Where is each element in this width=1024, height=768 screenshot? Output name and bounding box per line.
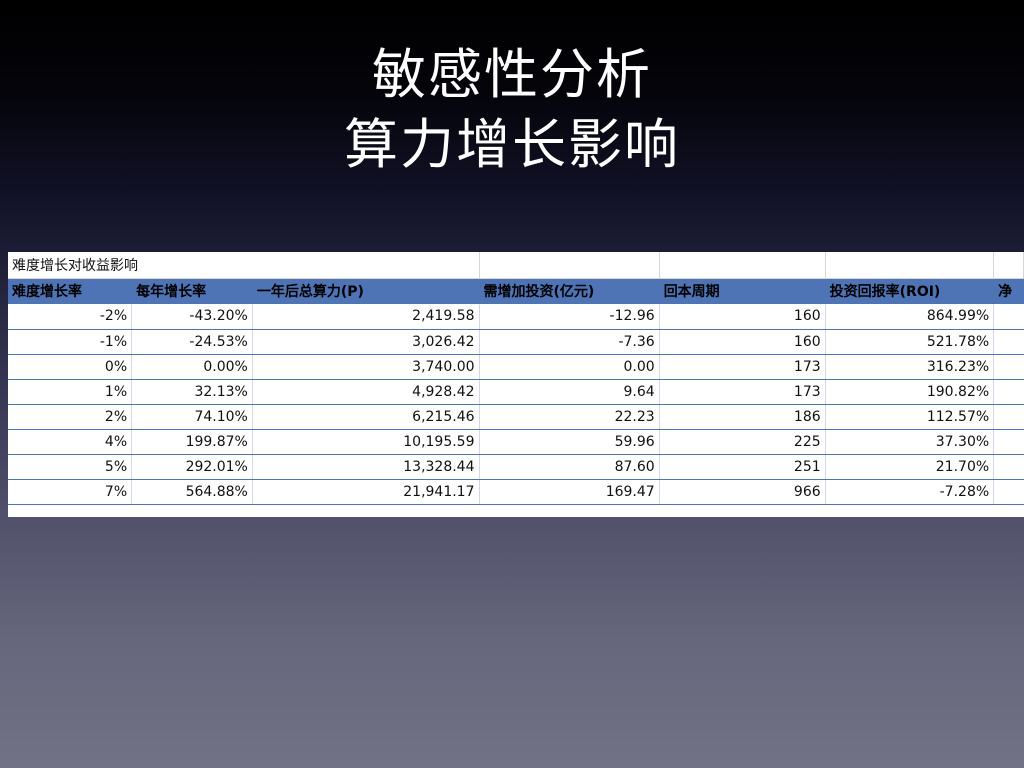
table-cell: 2,419.58 xyxy=(252,304,480,330)
table-cell: 21.70% xyxy=(825,454,995,480)
title-line-2: 算力增长影响 xyxy=(344,113,680,176)
header-cell: 需增加投资(亿元) xyxy=(479,278,660,304)
table-cell: 59.96 xyxy=(479,429,660,455)
table-cell: 173 xyxy=(659,354,826,380)
table-cell: -12.96 xyxy=(479,304,660,330)
table-row: -2% -43.20% 2,419.58 -12.96 160 864.99% xyxy=(8,304,1024,330)
empty-cell xyxy=(825,252,995,279)
slide-title: 敏感性分析 算力增长影响 xyxy=(0,40,1024,180)
spreadsheet-table: 难度增长对收益影响 难度增长率 每年增长率 一年后总算力(P) 需增加投资(亿元… xyxy=(8,252,1024,517)
table-cell: 864.99% xyxy=(825,304,995,330)
header-cell: 每年增长率 xyxy=(131,278,253,304)
table-cell: -2% xyxy=(8,304,133,330)
table-cell: 199.87% xyxy=(131,429,253,455)
table-cell: 3,740.00 xyxy=(252,354,480,380)
table-cell: 564.88% xyxy=(131,479,253,505)
table-caption: 难度增长对收益影响 xyxy=(8,252,253,279)
table-cell xyxy=(993,454,1024,480)
table-cell xyxy=(993,304,1024,330)
table-cell: 966 xyxy=(659,479,826,505)
table-cell: 3,026.42 xyxy=(252,329,480,355)
table-row: 0% 0.00% 3,740.00 0.00 173 316.23% xyxy=(8,354,1024,380)
header-cell: 一年后总算力(P) xyxy=(252,278,480,304)
table-row: -1% -24.53% 3,026.42 -7.36 160 521.78% xyxy=(8,329,1024,355)
table-row: 4% 199.87% 10,195.59 59.96 225 37.30% xyxy=(8,429,1024,455)
table-cell: -24.53% xyxy=(131,329,253,355)
header-row: 难度增长率 每年增长率 一年后总算力(P) 需增加投资(亿元) 回本周期 投资回… xyxy=(8,278,1024,304)
table-cell: 160 xyxy=(659,329,826,355)
table-cell xyxy=(993,379,1024,405)
table-row: 7% 564.88% 21,941.17 169.47 966 -7.28% xyxy=(8,479,1024,505)
table-cell: 112.57% xyxy=(825,404,995,430)
table-cell: 4,928.42 xyxy=(252,379,480,405)
table-cell: 37.30% xyxy=(825,429,995,455)
header-cell: 净 xyxy=(993,278,1024,304)
table-cell: 22.23 xyxy=(479,404,660,430)
header-cell: 回本周期 xyxy=(659,278,826,304)
table-cell: 292.01% xyxy=(131,454,253,480)
table-cell: 5% xyxy=(8,454,133,480)
empty-cell xyxy=(252,252,480,279)
table-cell: -7.36 xyxy=(479,329,660,355)
table-cell: 251 xyxy=(659,454,826,480)
table-cell: 0% xyxy=(8,354,133,380)
table-cell: 21,941.17 xyxy=(252,479,480,505)
table-cell xyxy=(993,329,1024,355)
title-line-1: 敏感性分析 xyxy=(372,43,652,106)
table-cell: 13,328.44 xyxy=(252,454,480,480)
table-cell: 74.10% xyxy=(131,404,253,430)
table-cell: 7% xyxy=(8,479,133,505)
table-cell: 190.82% xyxy=(825,379,995,405)
table-cell: 186 xyxy=(659,404,826,430)
table-row: 5% 292.01% 13,328.44 87.60 251 21.70% xyxy=(8,454,1024,480)
table-cell: 87.60 xyxy=(479,454,660,480)
table-row: 1% 32.13% 4,928.42 9.64 173 190.82% xyxy=(8,379,1024,405)
table-cell xyxy=(993,429,1024,455)
table-cell: 10,195.59 xyxy=(252,429,480,455)
table-cell: 4% xyxy=(8,429,133,455)
table-cell: 173 xyxy=(659,379,826,405)
table-cell: 0.00 xyxy=(479,354,660,380)
table-cell: 0.00% xyxy=(131,354,253,380)
table-cell: 169.47 xyxy=(479,479,660,505)
header-cell: 难度增长率 xyxy=(8,278,133,304)
sensitivity-table: 难度增长对收益影响 难度增长率 每年增长率 一年后总算力(P) 需增加投资(亿元… xyxy=(8,252,1024,505)
table-cell: 2% xyxy=(8,404,133,430)
table-cell xyxy=(993,354,1024,380)
empty-cell xyxy=(993,252,1024,279)
table-cell: 32.13% xyxy=(131,379,253,405)
table-row: 2% 74.10% 6,215.46 22.23 186 112.57% xyxy=(8,404,1024,430)
table-cell: -7.28% xyxy=(825,479,995,505)
empty-cell xyxy=(479,252,660,279)
table-cell xyxy=(993,404,1024,430)
table-cell: 521.78% xyxy=(825,329,995,355)
table-cell: 225 xyxy=(659,429,826,455)
table-cell: 6,215.46 xyxy=(252,404,480,430)
header-cell: 投资回报率(ROI) xyxy=(825,278,995,304)
table-cell: 9.64 xyxy=(479,379,660,405)
table-cell xyxy=(993,479,1024,505)
table-cell: -1% xyxy=(8,329,133,355)
table-cell: 316.23% xyxy=(825,354,995,380)
empty-cell xyxy=(659,252,826,279)
table-cell: 1% xyxy=(8,379,133,405)
table-cell: -43.20% xyxy=(131,304,253,330)
caption-row: 难度增长对收益影响 xyxy=(8,252,1024,279)
table-cell: 160 xyxy=(659,304,826,330)
